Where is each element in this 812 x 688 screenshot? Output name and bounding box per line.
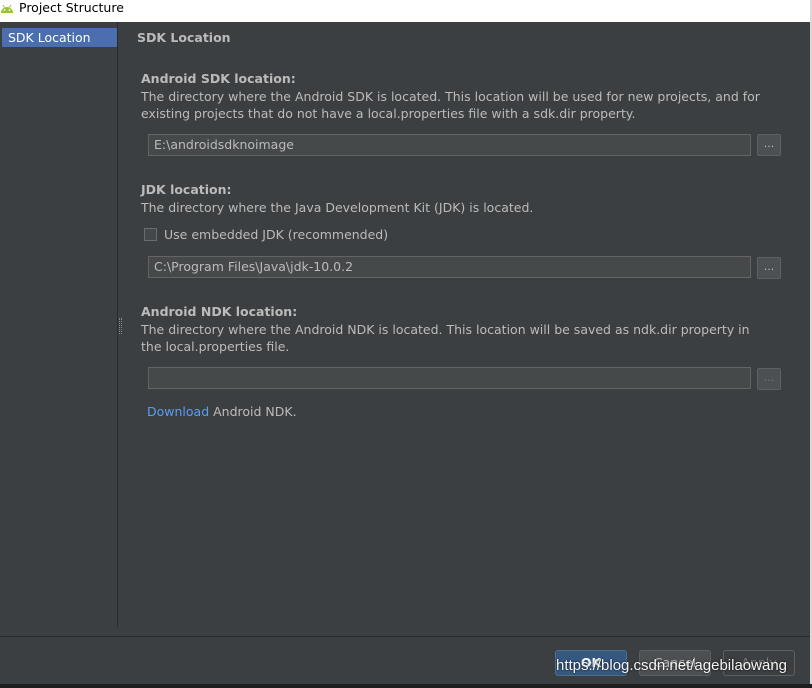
watermark-text: https://blog.csdn.net/agebilaowang (556, 657, 787, 674)
android-sdk-heading: Android SDK location: (141, 71, 296, 86)
ndk-description: The directory where the Android NDK is l… (141, 322, 750, 354)
use-embedded-jdk-checkbox[interactable] (144, 228, 157, 241)
ndk-heading: Android NDK location: (141, 304, 298, 319)
ndk-path-field[interactable] (148, 367, 751, 389)
jdk-description: The directory where the Java Development… (141, 200, 534, 215)
sidebar-item-sdk-location[interactable]: SDK Location (2, 28, 117, 47)
download-ndk-link[interactable]: Download (147, 404, 209, 419)
bottom-edge (0, 684, 812, 688)
android-sdk-path-field[interactable]: E:\androidsdknoimage (148, 134, 751, 156)
jdk-path-field[interactable]: C:\Program Files\Java\jdk-10.0.2 (148, 256, 751, 278)
page-title: SDK Location (137, 30, 231, 45)
android-sdk-description: The directory where the Android SDK is l… (141, 89, 760, 121)
android-studio-icon (1, 4, 13, 13)
main-panel: SDK Location Android SDK location: The d… (118, 22, 810, 636)
title-bar: Project Structure (0, 0, 812, 22)
download-ndk-suffix: Android NDK. (213, 404, 297, 419)
jdk-browse-button[interactable]: ... (757, 257, 781, 279)
use-embedded-jdk-label[interactable]: Use embedded JDK (recommended) (164, 227, 388, 242)
footer-divider (0, 636, 810, 637)
window-title: Project Structure (19, 0, 124, 15)
sidebar: SDK Location (0, 22, 118, 627)
android-sdk-browse-button[interactable]: ... (757, 134, 781, 156)
ndk-browse-button[interactable]: ... (757, 368, 781, 390)
download-ndk-text: Download Android NDK. (147, 404, 297, 419)
jdk-heading: JDK location: (141, 182, 232, 197)
